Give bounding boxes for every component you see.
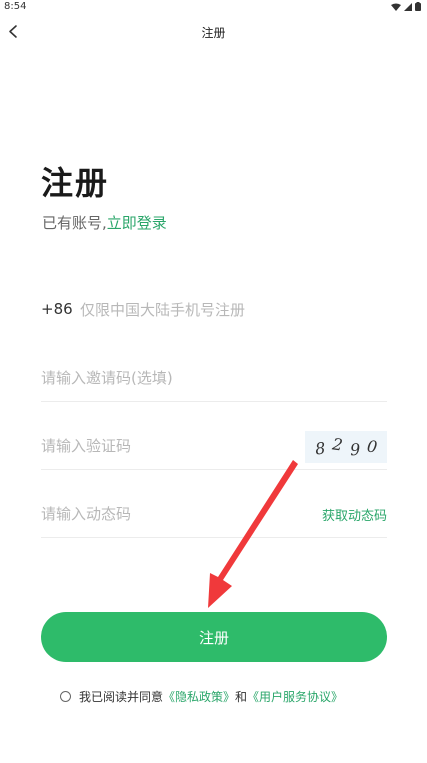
agree-radio[interactable] — [60, 691, 71, 702]
captcha-field: 8 2 9 0 — [41, 422, 387, 470]
status-time: 8:54 — [4, 1, 27, 12]
invite-field — [41, 354, 387, 402]
login-link[interactable]: 立即登录 — [107, 214, 167, 232]
divider — [41, 469, 387, 470]
register-button[interactable]: 注册 — [41, 612, 387, 662]
sms-field: 获取动态码 — [41, 490, 387, 538]
captcha-digit: 2 — [331, 433, 345, 455]
divider — [41, 537, 387, 538]
page-title: 注册 — [41, 164, 110, 202]
nav-bar: 注册 — [0, 14, 427, 48]
sms-code-input[interactable] — [41, 502, 291, 526]
captcha-digit: 8 — [313, 438, 326, 458]
nav-title: 注册 — [201, 26, 226, 40]
status-icons — [391, 2, 421, 11]
wifi-icon — [391, 3, 401, 11]
signal-icon — [404, 2, 412, 11]
login-prompt-text: 已有账号, — [42, 214, 107, 232]
get-code-button[interactable]: 获取动态码 — [322, 505, 387, 524]
login-prompt: 已有账号,立即登录 — [42, 212, 167, 233]
invite-code-input[interactable] — [41, 366, 381, 390]
status-bar: 8:54 — [0, 0, 427, 14]
captcha-digit: 0 — [366, 436, 379, 456]
captcha-digit: 9 — [349, 439, 361, 459]
phone-field: +86 — [41, 286, 387, 334]
privacy-policy-link[interactable]: 《隐私政策》 — [163, 688, 235, 705]
captcha-image[interactable]: 8 2 9 0 — [305, 431, 387, 463]
country-code[interactable]: +86 — [41, 300, 73, 318]
captcha-input[interactable] — [41, 434, 291, 458]
agreement-text: 我已阅读并同意 — [79, 690, 164, 704]
agreement: 我已阅读并同意 《隐私政策》 和 《用户服务协议》 — [60, 688, 343, 705]
agreement-conjunction: 和 — [235, 690, 248, 704]
divider — [41, 401, 387, 402]
phone-input[interactable] — [80, 298, 380, 322]
battery-icon — [415, 2, 421, 11]
terms-link[interactable]: 《用户服务协议》 — [247, 688, 343, 705]
